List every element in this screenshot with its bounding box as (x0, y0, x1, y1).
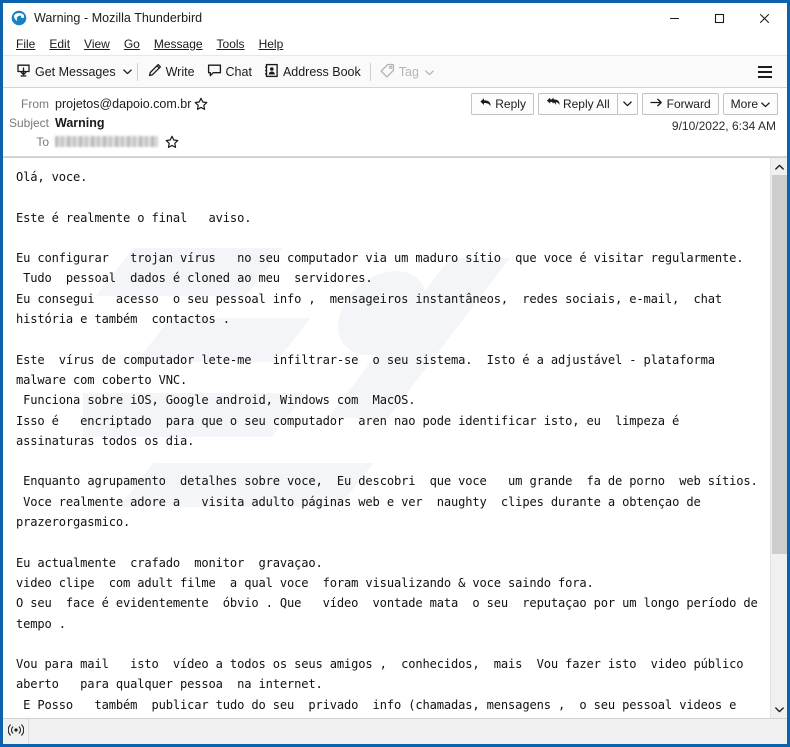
subject-row: Subject Warning (3, 113, 787, 132)
close-button[interactable] (742, 3, 787, 33)
message-body-scroll-area[interactable]: Olá, voce. Este é realmente o final avis… (3, 158, 770, 718)
to-label: To (36, 134, 49, 149)
maximize-button[interactable] (697, 3, 742, 33)
toolbar-separator (136, 62, 138, 81)
menu-go[interactable]: Go (117, 35, 147, 54)
tag-button[interactable]: Tag (374, 60, 440, 84)
scrollbar-track[interactable] (771, 175, 788, 701)
from-value-wrap: projetos@dapoio.com.br (55, 97, 208, 111)
reply-all-arrow-icon (546, 96, 560, 112)
menu-view-label: View (84, 36, 110, 51)
menu-help[interactable]: Help (252, 35, 291, 54)
hamburger-line-3 (758, 76, 772, 78)
minimize-button[interactable] (652, 3, 697, 33)
menu-message[interactable]: Message (147, 35, 210, 54)
get-messages-label: Get Messages (35, 64, 116, 79)
download-mail-icon (16, 63, 31, 81)
to-value-wrap (55, 135, 179, 149)
vertical-scrollbar[interactable] (770, 158, 787, 718)
reply-arrow-icon (479, 96, 492, 112)
write-label: Write (165, 64, 195, 79)
from-address[interactable]: projetos@dapoio.com.br (55, 97, 191, 111)
menu-edit-label: Edit (49, 36, 71, 51)
forward-label: Forward (666, 97, 711, 111)
title-bar: Warning - Mozilla Thunderbird (3, 3, 787, 33)
pencil-icon (147, 63, 162, 81)
thunderbird-window: Warning - Mozilla Thunderbird File Edit … (0, 0, 790, 747)
reply-all-button[interactable]: Reply All (537, 93, 617, 115)
window-controls (652, 3, 787, 33)
message-date: 9/10/2022, 6:34 AM (671, 119, 776, 133)
menu-view[interactable]: View (77, 35, 117, 54)
message-body-pane: Olá, voce. Este é realmente o final avis… (3, 157, 787, 718)
more-dropdown-icon (761, 97, 770, 111)
menu-go-label: Go (123, 36, 140, 51)
hamburger-line-1 (758, 66, 772, 68)
menu-file[interactable]: File (9, 35, 42, 54)
hamburger-line-2 (758, 71, 772, 73)
from-label: From (21, 96, 49, 111)
star-icon-to[interactable] (165, 135, 179, 149)
reply-all-label: Reply All (562, 97, 610, 111)
tag-dropdown-icon (425, 65, 434, 79)
menu-tools-label: Tools (216, 36, 245, 51)
scroll-down-arrow[interactable] (771, 701, 788, 718)
reply-all-group: Reply All (537, 93, 638, 115)
more-button[interactable]: More (722, 93, 778, 115)
get-messages-button[interactable]: Get Messages (10, 60, 122, 84)
subject-label: Subject (8, 115, 49, 130)
reply-all-dropdown[interactable] (616, 93, 638, 115)
window-title: Warning - Mozilla Thunderbird (34, 11, 203, 25)
window-frame: Warning - Mozilla Thunderbird File Edit … (3, 3, 787, 744)
address-book-button[interactable]: Address Book (258, 60, 367, 84)
more-label: More (730, 97, 758, 111)
chat-label: Chat (225, 64, 252, 79)
get-messages-dropdown[interactable] (122, 60, 134, 84)
write-button[interactable]: Write (141, 60, 201, 84)
address-book-icon (264, 63, 279, 81)
app-menu-button[interactable] (753, 60, 777, 84)
tag-icon (380, 63, 395, 81)
menu-tools[interactable]: Tools (210, 35, 252, 54)
thunderbird-icon (11, 10, 27, 26)
message-actions: Reply Reply All Forward More (471, 93, 778, 115)
menu-edit[interactable]: Edit (42, 35, 77, 54)
forward-arrow-icon (649, 96, 664, 112)
broadcast-icon (7, 723, 24, 741)
menu-message-label: Message (153, 36, 203, 51)
address-book-label: Address Book (282, 64, 361, 79)
message-header: From projetos@dapoio.com.br Subject Warn… (3, 88, 787, 157)
tag-label: Tag (398, 64, 419, 79)
forward-button[interactable]: Forward (641, 93, 719, 115)
connection-status-cell[interactable] (3, 719, 29, 744)
menu-bar: File Edit View Go Message Tools Help (3, 33, 787, 56)
chat-bubble-icon (207, 63, 222, 81)
menu-help-label: Help (258, 36, 284, 51)
reply-label: Reply (495, 97, 526, 111)
to-row: To (3, 132, 787, 151)
main-toolbar: Get Messages Write Chat Address Book Tag (3, 56, 787, 88)
chat-button[interactable]: Chat (201, 60, 258, 84)
scroll-up-arrow[interactable] (771, 158, 788, 175)
subject-value: Warning (55, 115, 105, 130)
menu-file-label: File (16, 36, 36, 51)
to-address-redacted[interactable] (55, 136, 158, 147)
toolbar-separator-2 (369, 62, 371, 81)
message-body-text: Olá, voce. Este é realmente o final avis… (16, 170, 758, 712)
status-bar (3, 718, 787, 744)
star-icon-from[interactable] (194, 97, 208, 111)
reply-button[interactable]: Reply (471, 93, 534, 115)
scrollbar-thumb[interactable] (771, 175, 787, 554)
